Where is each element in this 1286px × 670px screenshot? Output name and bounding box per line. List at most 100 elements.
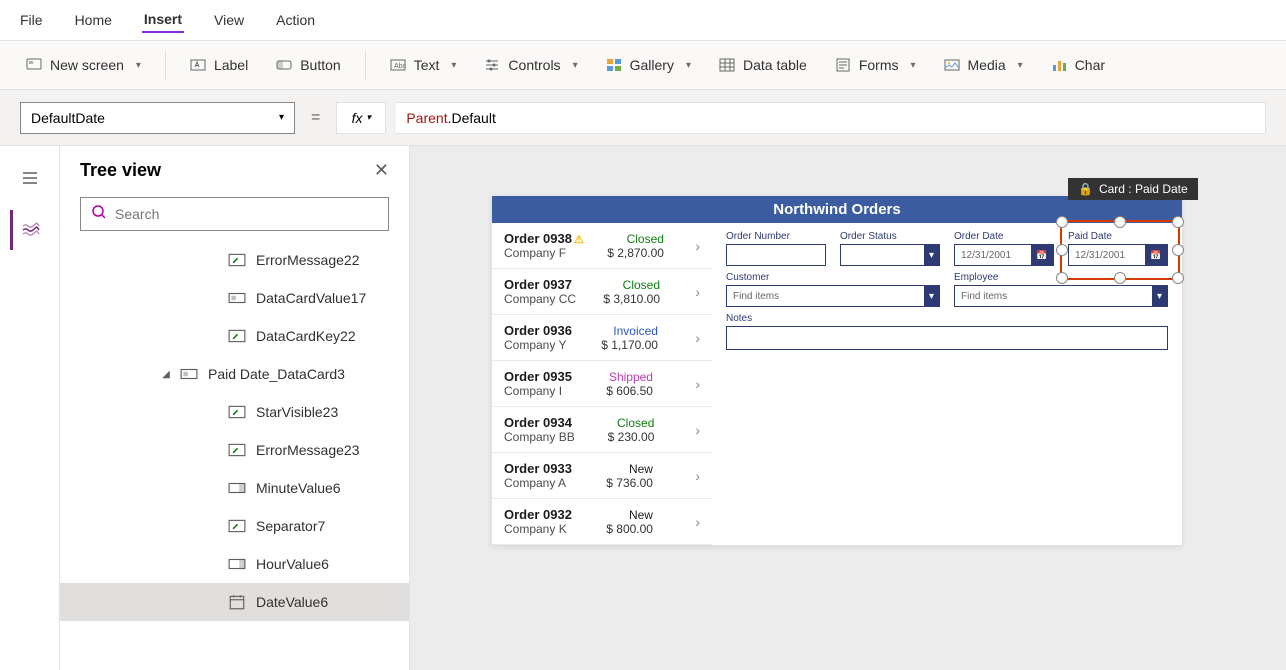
tree-search[interactable] [80,197,389,231]
order-company: Company CC [504,292,576,306]
menu-insert[interactable]: Insert [142,7,184,33]
order-amount: $ 230.00 [608,430,655,444]
order-status: Shipped [606,370,653,384]
expand-arrow-icon[interactable]: ◢ [160,369,172,380]
order-date-picker[interactable]: 12/31/2001 [954,244,1054,266]
menu-home[interactable]: Home [73,8,114,32]
field-label-paid-date: Paid Date [1068,231,1168,242]
order-status-dropdown[interactable] [840,244,940,266]
tree-node-errormessage22[interactable]: ErrorMessage22 [60,241,409,279]
property-selector[interactable]: DefaultDate ▾ [20,102,295,134]
chevron-right-icon: › [695,284,700,300]
close-panel-button[interactable]: ✕ [374,160,389,181]
order-title: Order 0932 [504,507,572,522]
svg-text:Abc: Abc [394,63,406,70]
chevron-right-icon: › [695,376,700,392]
card-icon [228,289,246,307]
edit-icon [228,327,246,345]
order-item[interactable]: Order 0935Company IShipped$ 606.50› [492,361,712,407]
order-item[interactable]: Order 0932Company KNew$ 800.00› [492,499,712,545]
tree-node-minutevalue6[interactable]: MinuteValue6 [60,469,409,507]
label-button-label: Label [214,57,248,73]
order-title: Order 0933 [504,461,572,476]
tree-node-datevalue6[interactable]: DateValue6 [60,583,409,621]
tree-node-separator7[interactable]: Separator7 [60,507,409,545]
data-table-button[interactable]: Data table [711,53,815,77]
formula-bar: DefaultDate ▾ = fx▾ Parent.Default [0,90,1286,146]
order-title: Order 0934 [504,415,575,430]
tree-node-label: DataCardKey22 [256,328,356,344]
order-company: Company I [504,384,572,398]
menu-action[interactable]: Action [274,8,317,32]
new-screen-button[interactable]: New screen [18,53,149,77]
formula-parent: Parent [406,110,447,126]
canvas[interactable]: Northwind Orders Order 0938⚠Company FClo… [410,146,1286,670]
order-item[interactable]: Order 0936Company YInvoiced$ 1,170.00› [492,315,712,361]
tree-view-button[interactable] [10,210,50,250]
order-number-input[interactable] [726,244,826,266]
edit-icon [228,441,246,459]
hamburger-button[interactable] [10,158,50,198]
order-amount: $ 2,870.00 [607,246,664,260]
app-preview: Northwind Orders Order 0938⚠Company FClo… [492,196,1182,545]
property-value: DefaultDate [31,110,105,126]
tree-view-panel: Tree view ✕ ErrorMessage22DataCardValue1… [60,146,410,670]
tree-node-label: MinuteValue6 [256,480,341,496]
tree-node-hourvalue6[interactable]: HourValue6 [60,545,409,583]
new-screen-label: New screen [50,57,124,73]
order-company: Company A [504,476,572,490]
tree-node-errormessage23[interactable]: ErrorMessage23 [60,431,409,469]
paid-date-picker[interactable]: 12/31/2001 [1068,244,1168,266]
order-company: Company Y [504,338,572,352]
forms-icon [835,57,851,73]
forms-dropdown[interactable]: Forms [827,53,924,77]
box-icon [228,555,246,573]
button-button[interactable]: Button [268,53,348,77]
tree-search-input[interactable] [115,206,378,222]
gallery-dropdown[interactable]: Gallery [598,53,699,77]
customer-dropdown[interactable]: Find items [726,285,940,307]
fx-button[interactable]: fx▾ [336,102,386,134]
table-icon [719,57,735,73]
order-item[interactable]: Order 0933Company ANew$ 736.00› [492,453,712,499]
menu-view[interactable]: View [212,8,246,32]
tree-node-datacardvalue17[interactable]: DataCardValue17 [60,279,409,317]
order-status: New [606,508,653,522]
chart-dropdown-label: Char [1075,57,1105,73]
order-amount: $ 3,810.00 [603,292,660,306]
ribbon-divider [365,50,366,80]
chevron-right-icon: › [695,422,700,438]
edit-icon [228,251,246,269]
chart-dropdown[interactable]: Char [1043,53,1113,77]
tree-node-starvisible23[interactable]: StarVisible23 [60,393,409,431]
order-amount: $ 736.00 [606,476,653,490]
calendar-icon [228,593,246,611]
tree-node-paid-date_datacard3[interactable]: ◢Paid Date_DataCard3 [60,355,409,393]
label-button[interactable]: Label [182,53,256,77]
gallery-icon [606,57,622,73]
order-gallery[interactable]: Order 0938⚠Company FClosed$ 2,870.00› Ord… [492,223,712,545]
order-status: New [606,462,653,476]
label-icon [190,57,206,73]
equals-sign: = [311,109,320,127]
controls-dropdown[interactable]: Controls [476,53,585,77]
controls-icon [484,57,500,73]
field-label-order-date: Order Date [954,231,1054,242]
data-table-label: Data table [743,57,807,73]
tree-node-label: Separator7 [256,518,325,534]
edit-icon [228,517,246,535]
tree-node-datacardkey22[interactable]: DataCardKey22 [60,317,409,355]
tree-view-title: Tree view [80,160,161,181]
chevron-down-icon: ▾ [279,112,284,123]
text-dropdown[interactable]: Abc Text [382,53,465,77]
order-item[interactable]: Order 0937Company CCClosed$ 3,810.00› [492,269,712,315]
search-icon [91,204,107,225]
media-dropdown[interactable]: Media [936,53,1031,77]
notes-input[interactable] [726,326,1168,350]
menu-file[interactable]: File [18,8,45,32]
lock-icon: 🔒 [1078,182,1093,196]
order-item[interactable]: Order 0934Company BBClosed$ 230.00› [492,407,712,453]
employee-dropdown[interactable]: Find items [954,285,1168,307]
order-item[interactable]: Order 0938⚠Company FClosed$ 2,870.00› [492,223,712,269]
formula-input[interactable]: Parent.Default [396,102,1266,134]
